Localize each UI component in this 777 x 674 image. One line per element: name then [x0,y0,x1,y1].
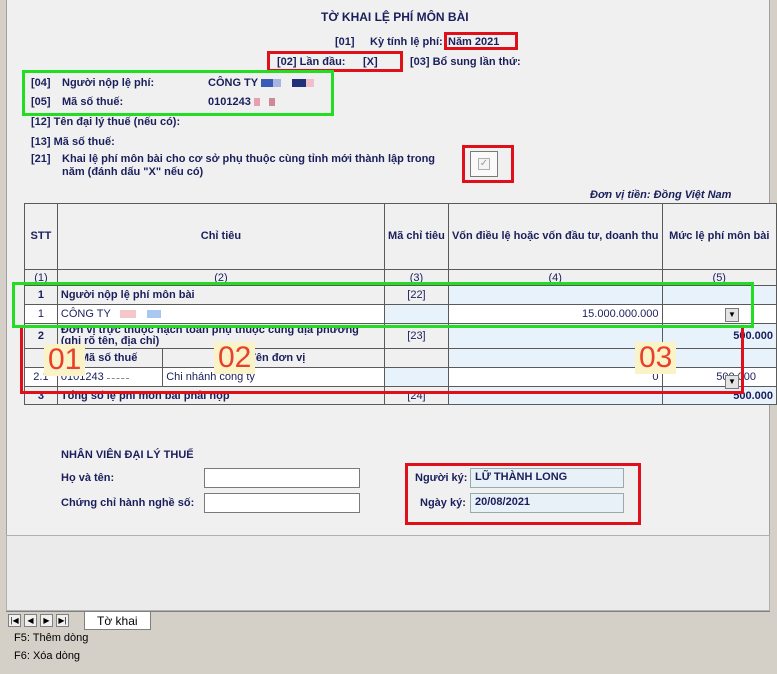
currency-note: Đơn vị tiền: Đồng Việt Nam [590,189,732,201]
period-code: [01] [335,36,355,48]
agent-staff-cert-input[interactable] [204,493,360,513]
annotation-03: 03 [635,342,677,374]
agent-staff-heading: NHÂN VIÊN ĐẠI LÝ THUẾ [61,449,194,461]
agent-name-label: [12] Tên đại lý thuế (nếu có): [31,116,181,128]
dependent-code: [21] [31,153,51,165]
header-muc-le-phi: Mức lệ phí môn bài [661,203,777,270]
header-chi-tieu: Chỉ tiêu [56,203,385,270]
period-label: Kỳ tính lệ phí: [370,36,443,48]
table-header-row: STT Chỉ tiêu Mã chỉ tiêu Vốn điều lệ hoặ… [24,203,777,270]
highlight-period [444,32,518,50]
dependent-label-2: năm (đánh dấu "X" nếu có) [62,166,204,178]
agent-staff-name-label: Họ và tên: [61,472,115,484]
highlight-dependent [462,145,514,183]
highlight-first-time [267,51,403,72]
annotation-01: 01 [44,344,86,376]
header-ma-chi-tieu: Mã chỉ tiêu [383,203,449,270]
highlight-payer [22,70,334,116]
last-sheet-icon[interactable]: ▶| [56,614,69,627]
form-title: TỜ KHAI LỆ PHÍ MÔN BÀI [321,10,469,24]
supplement-label: [03] Bổ sung lần thứ: [410,56,521,68]
first-sheet-icon[interactable]: |◀ [8,614,21,627]
header-stt: STT [24,203,58,270]
agent-tax-label: [13] Mã số thuế: [31,136,115,148]
agent-staff-name-input[interactable] [204,468,360,488]
sheet-tab-bar: |◀ ◀ ▶ ▶| Tờ khai [6,611,770,630]
header-von: Vốn điều lệ hoặc vốn đầu tư, doanh thu [447,203,663,270]
prev-sheet-icon[interactable]: ◀ [24,614,37,627]
agent-staff-cert-label: Chứng chỉ hành nghề số: [61,497,195,509]
next-sheet-icon[interactable]: ▶ [40,614,53,627]
highlight-signer [405,463,641,525]
highlight-payer-row [12,282,754,328]
blank-area [6,535,770,611]
tab-to-khai[interactable]: Tờ khai [84,612,151,630]
help-f6: F6: Xóa dòng [14,650,81,662]
dependent-label-1: Khai lệ phí môn bài cho cơ sở phụ thuộc … [62,153,436,165]
annotation-02: 02 [214,342,256,374]
help-f5: F5: Thêm dòng [14,632,89,644]
